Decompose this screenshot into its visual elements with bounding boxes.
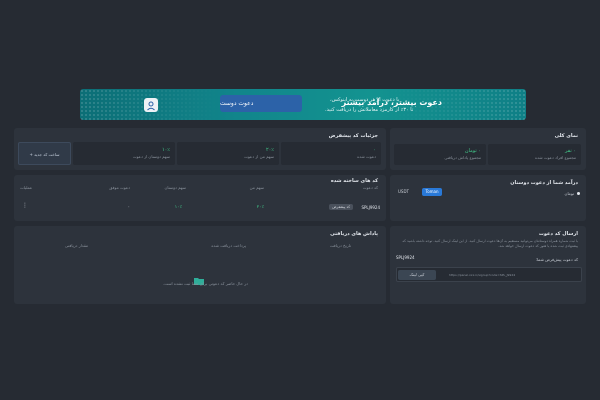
details-stat-invited: ۰ دعوت شده [281,142,381,165]
details-invited-value: ۰ [373,147,376,153]
details-stat-mine: ۲۰٪ سهم من از دعوت [177,142,279,165]
created-codes-card: کد های ساخته شده کد دعوت سهم من سهم دوست… [14,175,386,221]
col-code: کد دعوت [362,185,378,190]
income-option-dot[interactable] [577,192,580,195]
income-option-label: تومان [564,191,574,196]
overview-stat-reward: ۰ تومان مجموع پاداش دریافتی [394,144,486,165]
income-title: درآمد شما از دعوت دوستان [510,180,578,186]
default-code-label: کد دعوت پیش‌فرض شما: [535,257,578,262]
default-badge: کد پیشفرض [329,204,353,210]
invite-link: https://panel.xxx.ir/signup?code=SPL_J99… [449,273,516,277]
empty-folder-icon [194,270,204,285]
row-code: SPLJ9924 [361,205,380,210]
row-invites: ۰ [127,205,130,210]
reward-total: ۰ تومان [464,148,481,154]
overview-stat-invited: ۰ نفر مجموع افراد دعوت شده [488,144,581,165]
empty-state-text: در حال حاضر کد دعوتی برای شما ثبت نشده ا… [163,281,248,286]
default-code-details-card: جزئیات کد پیشفرض ۰ دعوت شده ۲۰٪ سهم من ا… [14,128,386,170]
user-add-icon [144,98,158,112]
income-card: درآمد شما از دعوت دوستان تومان USDT Toma… [390,175,586,221]
toggle-usdt[interactable]: USDT [398,189,409,194]
codes-title: کد های ساخته شده [330,178,378,184]
col-actions: عملیات [20,185,33,190]
details-friends-value: ۱۰٪ [161,147,170,153]
details-title: جزئیات کد پیشفرض [328,133,378,139]
col-amount: مقدار دریافتی [64,243,88,248]
rewards-card: پاداش های دریافتی تاریخ دریافت پرداخت در… [14,226,386,304]
table-row[interactable]: SPLJ9924 کد پیشفرض ۲۰٪ ۱۰٪ ۰ ⋮ [14,201,386,215]
create-new-code-button[interactable]: + ساخت کد جدید [18,142,71,165]
rewards-title: پاداش های دریافتی [330,231,378,237]
details-mine-value: ۲۰٪ [265,147,274,153]
details-friends-label: سهم دوستان از دعوت [132,154,170,159]
banner-line-2: تا ۳۰٪ از کارمزد معاملاتش را دریافت کنید… [325,107,414,113]
send-title: ارسال کد دعوت [538,231,578,237]
row-mine: ۲۰٪ [256,205,264,210]
default-code: SPLJ9924 [396,255,415,260]
more-options-icon[interactable]: ⋮ [22,203,28,209]
invited-count-label: مجموع افراد دعوت شده [535,155,576,160]
invited-count: ۰ نفر [565,148,576,154]
send-invite-card: ارسال کد دعوت با ثبت شماره همراه دوستانت… [390,226,586,304]
col-invites: دعوت موفق [109,185,130,190]
reward-total-label: مجموع پاداش دریافتی [444,155,481,160]
send-description: با ثبت شماره همراه دوستانتان می‌توانید م… [402,239,578,248]
row-friends: ۱۰٪ [174,205,182,210]
col-friends: سهم دوستان [164,185,186,190]
invite-friend-button[interactable]: دعوت دوست [220,95,302,112]
col-date: تاریخ دریافت [329,243,351,248]
banner-line-1: با دعوت از هر دوست به اینوکس، [330,97,400,103]
toggle-toman[interactable]: Toman [422,188,442,196]
overview-title: نمای کلی [554,133,578,139]
details-mine-label: سهم من از دعوت [244,154,274,159]
col-paid: پرداخت دریافت شده [211,243,246,248]
col-mine: سهم من [249,185,264,190]
details-stat-friends: ۱۰٪ سهم دوستان از دعوت [73,142,175,165]
copy-link-button[interactable]: کپی لینک [398,270,436,280]
details-invited-label: دعوت شده [357,154,376,159]
overview-card: نمای کلی ۰ نفر مجموع افراد دعوت شده ۰ تو… [390,128,586,170]
